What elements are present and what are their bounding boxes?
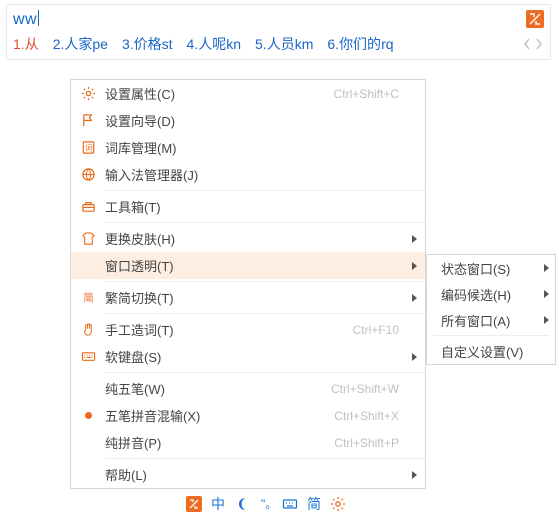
menu-change-skin[interactable]: 更换皮肤(H) [71, 225, 425, 252]
candidate-5[interactable]: 5.人员km [255, 34, 313, 54]
menu-shortcut: Ctrl+Shift+W [331, 382, 413, 396]
menu-pure-pinyin[interactable]: 纯拼音(P) Ctrl+Shift+P [71, 429, 425, 456]
page-next-icon[interactable] [534, 37, 544, 51]
menu-trad-simp-switch[interactable]: 简 繁简切换(T) [71, 284, 425, 311]
menu-label: 工具箱(T) [105, 197, 161, 216]
shirt-icon [71, 231, 105, 246]
candidate-1[interactable]: 1.从 [13, 34, 39, 54]
menu-toolbox[interactable]: 工具箱(T) [71, 193, 425, 220]
svg-text:"。: "。 [261, 497, 274, 511]
submenu-arrow-icon [544, 290, 549, 298]
submenu-label: 所有窗口(A) [441, 311, 510, 330]
submenu-all-windows[interactable]: 所有窗口(A) [427, 307, 555, 333]
menu-label: 手工造词(T) [105, 320, 174, 339]
menu-window-transparent[interactable]: 窗口透明(T) [71, 252, 425, 279]
menu-shortcut: Ctrl+Shift+X [334, 409, 413, 423]
submenu-arrow-icon [544, 264, 549, 272]
menu-label: 词库管理(M) [105, 138, 177, 157]
page-prev-icon[interactable] [522, 37, 532, 51]
flag-icon [71, 113, 105, 128]
ime-composition: ww [13, 10, 39, 29]
menu-label: 窗口透明(T) [105, 256, 174, 275]
svg-text:简: 简 [83, 291, 93, 304]
cn-indicator[interactable]: 中 [206, 493, 230, 515]
svg-text:词: 词 [84, 143, 92, 152]
menu-label: 软键盘(S) [105, 347, 161, 366]
menu-wizard[interactable]: 设置向导(D) [71, 107, 425, 134]
menu-separator [105, 222, 425, 223]
submenu-arrow-icon [412, 235, 417, 243]
submenu-encode-candidate[interactable]: 编码候选(H) [427, 281, 555, 307]
menu-ime-manager[interactable]: 输入法管理器(J) [71, 161, 425, 188]
menu-separator [105, 458, 425, 459]
submenu-label: 编码候选(H) [441, 285, 511, 304]
menu-label: 输入法管理器(J) [105, 165, 198, 184]
punct-icon[interactable]: "。 [254, 493, 278, 515]
menu-label: 帮助(L) [105, 465, 147, 484]
menu-label: 设置属性(C) [105, 84, 175, 103]
hand-icon [71, 322, 105, 337]
ime-bar: ww 1.从 2.人家pe 3.价格st 4.人呢kn 5.人员km 6.你们的… [6, 4, 551, 60]
simp-indicator[interactable]: 简 [302, 493, 326, 515]
submenu-custom-settings[interactable]: 自定义设置(V) [427, 338, 555, 364]
menu-separator [105, 281, 425, 282]
ime-status-bar[interactable]: 中 "。 简 [175, 490, 357, 518]
submenu-label: 状态窗口(S) [441, 259, 510, 278]
candidate-pager [522, 37, 544, 51]
menu-shortcut: Ctrl+F10 [353, 323, 413, 337]
menu-separator [105, 313, 425, 314]
transparency-submenu: 状态窗口(S) 编码候选(H) 所有窗口(A) 自定义设置(V) [426, 254, 556, 365]
menu-wubi-pinyin-mix[interactable]: 五笔拼音混输(X) Ctrl+Shift+X [71, 402, 425, 429]
submenu-status-window[interactable]: 状态窗口(S) [427, 255, 555, 281]
candidate-4[interactable]: 4.人呢kn [187, 34, 241, 54]
logo-icon[interactable] [182, 493, 206, 515]
menu-manual-word[interactable]: 手工造词(T) Ctrl+F10 [71, 316, 425, 343]
toolbox-icon [71, 199, 105, 214]
menu-shortcut: Ctrl+Shift+P [334, 436, 413, 450]
dict-icon: 词 [71, 140, 105, 155]
submenu-separator [433, 335, 549, 336]
menu-label: 更换皮肤(H) [105, 229, 175, 248]
menu-help[interactable]: 帮助(L) [71, 461, 425, 488]
submenu-arrow-icon [412, 471, 417, 479]
keyboard-icon [71, 349, 105, 364]
menu-label: 繁简切换(T) [105, 288, 174, 307]
menu-pure-wubi[interactable]: 纯五笔(W) Ctrl+Shift+W [71, 375, 425, 402]
candidate-3[interactable]: 3.价格st [122, 34, 173, 54]
submenu-arrow-icon [412, 294, 417, 302]
menu-soft-keyboard[interactable]: 软键盘(S) [71, 343, 425, 370]
candidate-2[interactable]: 2.人家pe [53, 34, 108, 54]
menu-separator [105, 190, 425, 191]
menu-shortcut: Ctrl+Shift+C [334, 87, 413, 101]
menu-separator [105, 372, 425, 373]
candidate-6[interactable]: 6.你们的rq [327, 34, 393, 54]
context-menu: 设置属性(C) Ctrl+Shift+C 设置向导(D) 词 词库管理(M) 输… [70, 79, 426, 489]
globe-icon [71, 167, 105, 182]
submenu-label: 自定义设置(V) [441, 342, 523, 361]
selected-dot-icon [71, 412, 105, 419]
moon-icon[interactable] [230, 493, 254, 515]
menu-set-properties[interactable]: 设置属性(C) Ctrl+Shift+C [71, 80, 425, 107]
gear-icon [71, 86, 105, 101]
submenu-arrow-icon [412, 353, 417, 361]
submenu-arrow-icon [544, 316, 549, 324]
menu-label: 纯五笔(W) [105, 379, 165, 398]
keyboard-icon[interactable] [278, 493, 302, 515]
simp-icon: 简 [71, 290, 105, 305]
menu-dict-manage[interactable]: 词 词库管理(M) [71, 134, 425, 161]
submenu-arrow-icon [412, 262, 417, 270]
ime-input-row: ww [13, 8, 544, 30]
ime-logo-icon[interactable] [526, 10, 544, 28]
menu-label: 纯拼音(P) [105, 433, 161, 452]
settings-icon[interactable] [326, 493, 350, 515]
ime-candidate-list: 1.从 2.人家pe 3.价格st 4.人呢kn 5.人员km 6.你们的rq [13, 34, 544, 54]
menu-label: 五笔拼音混输(X) [105, 406, 200, 425]
menu-label: 设置向导(D) [105, 111, 175, 130]
